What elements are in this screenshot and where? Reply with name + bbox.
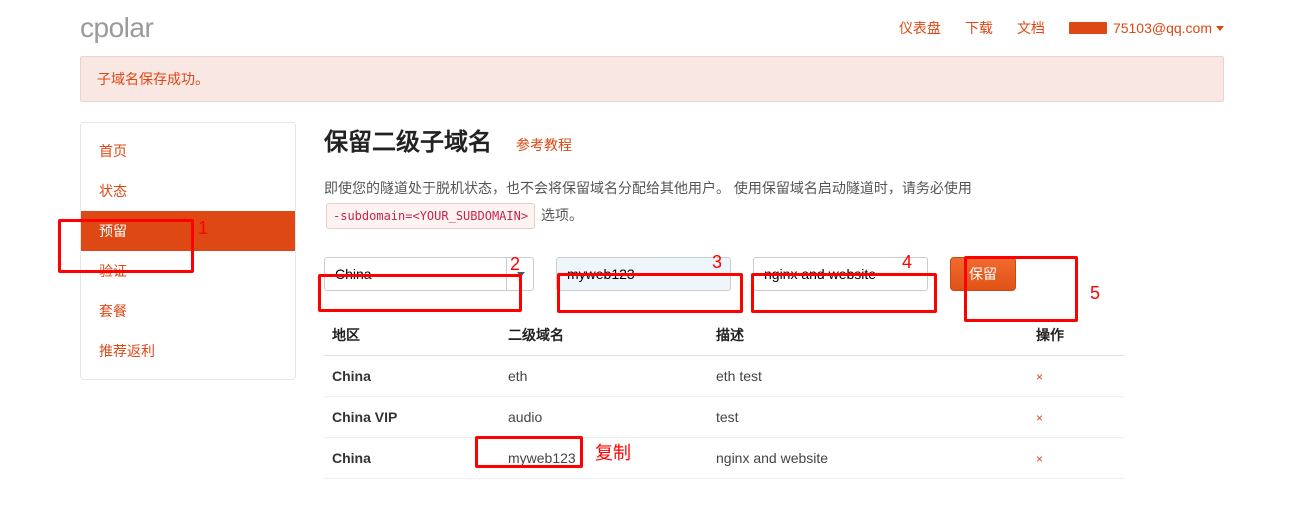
cell-region: China bbox=[324, 356, 500, 397]
cell-description: eth test bbox=[708, 356, 1028, 397]
desc-text-prefix: 即使您的隧道处于脱机状态，也不会将保留域名分配给其他用户。 使用保留域名启动隧道… bbox=[324, 180, 972, 196]
cell-region: China bbox=[324, 438, 500, 479]
sidebar: 首页 状态 预留 验证 套餐 推荐返利 bbox=[80, 122, 296, 380]
sidebar-item-home[interactable]: 首页 bbox=[81, 131, 295, 171]
reserve-button[interactable]: 保留 bbox=[950, 257, 1016, 291]
sidebar-item-plan[interactable]: 套餐 bbox=[81, 291, 295, 331]
page-description: 即使您的隧道处于脱机状态，也不会将保留域名分配给其他用户。 使用保留域名启动隧道… bbox=[324, 175, 1124, 229]
top-bar: cpolar 仪表盘 下载 文档 75103@qq.com bbox=[0, 0, 1304, 56]
user-email-redacted bbox=[1069, 22, 1107, 34]
nav-docs[interactable]: 文档 bbox=[1017, 18, 1045, 38]
desc-text-suffix: 选项。 bbox=[541, 207, 583, 223]
col-region: 地区 bbox=[324, 315, 500, 356]
reserved-table: 地区 二级域名 描述 操作 China eth eth test × China… bbox=[324, 315, 1124, 479]
nav-user-menu[interactable]: 75103@qq.com bbox=[1069, 20, 1224, 36]
cell-subdomain: myweb123 bbox=[500, 438, 708, 479]
sidebar-item-referral[interactable]: 推荐返利 bbox=[81, 331, 295, 371]
col-action: 操作 bbox=[1028, 315, 1124, 356]
sidebar-item-verify[interactable]: 验证 bbox=[81, 251, 295, 291]
cell-subdomain: eth bbox=[500, 356, 708, 397]
nav-dashboard[interactable]: 仪表盘 bbox=[899, 18, 941, 38]
sidebar-item-reserve[interactable]: 预留 bbox=[81, 211, 295, 251]
desc-code-option: -subdomain=<YOUR_SUBDOMAIN> bbox=[326, 203, 535, 230]
brand-logo: cpolar bbox=[80, 12, 153, 44]
user-email-suffix: 75103@qq.com bbox=[1113, 20, 1212, 36]
delete-icon[interactable]: × bbox=[1036, 452, 1043, 466]
top-nav: 仪表盘 下载 文档 75103@qq.com bbox=[899, 18, 1224, 38]
cell-subdomain: audio bbox=[500, 397, 708, 438]
table-row: China VIP audio test × bbox=[324, 397, 1124, 438]
sidebar-item-status[interactable]: 状态 bbox=[81, 171, 295, 211]
chevron-down-icon bbox=[1216, 26, 1224, 31]
cell-description: nginx and website bbox=[708, 438, 1028, 479]
main-content: 保留二级子域名 参考教程 即使您的隧道处于脱机状态，也不会将保留域名分配给其他用… bbox=[324, 122, 1124, 479]
delete-icon[interactable]: × bbox=[1036, 370, 1043, 384]
col-subdomain: 二级域名 bbox=[500, 315, 708, 356]
cell-description: test bbox=[708, 397, 1028, 438]
table-row: China myweb123 nginx and website × bbox=[324, 438, 1124, 479]
alert-success: 子域名保存成功。 bbox=[80, 56, 1224, 102]
region-select[interactable]: China bbox=[324, 257, 534, 291]
region-select-wrap: China bbox=[324, 257, 534, 291]
nav-download[interactable]: 下载 bbox=[965, 18, 993, 38]
page-title: 保留二级子域名 bbox=[324, 122, 492, 157]
description-input[interactable] bbox=[753, 257, 928, 291]
delete-icon[interactable]: × bbox=[1036, 411, 1043, 425]
table-row: China eth eth test × bbox=[324, 356, 1124, 397]
subdomain-input[interactable] bbox=[556, 257, 731, 291]
reserve-form: China 保留 bbox=[324, 257, 1124, 291]
help-link[interactable]: 参考教程 bbox=[516, 135, 572, 155]
col-description: 描述 bbox=[708, 315, 1028, 356]
cell-region: China VIP bbox=[324, 397, 500, 438]
